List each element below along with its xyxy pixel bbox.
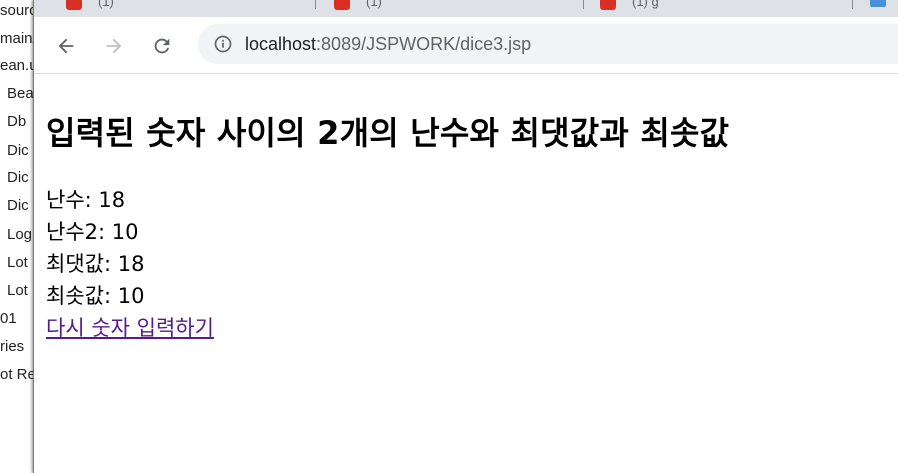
tab-divider: [315, 0, 316, 9]
ide-tree-item[interactable]: sourc: [0, 0, 34, 22]
ide-tree-label: Log: [7, 226, 33, 243]
forward-button[interactable]: [97, 29, 131, 63]
tab-title: (1) g: [632, 0, 659, 9]
reload-button[interactable]: [145, 29, 179, 63]
ide-tree-item[interactable]: Db: [7, 111, 26, 133]
ide-tree-item[interactable]: main/: [0, 28, 34, 50]
favicon-icon: [600, 0, 616, 10]
ide-tree-label: Dic: [7, 197, 29, 214]
ide-tree-label: main/: [0, 30, 34, 47]
ide-tree-item[interactable]: Dic: [7, 140, 29, 162]
ide-tree-item[interactable]: ean.u: [0, 55, 34, 77]
url-host: localhost: [245, 34, 317, 54]
ide-tree-label: Db: [7, 113, 27, 130]
min-value: 최솟값: 10: [46, 284, 145, 308]
bookmark-favicon-icon[interactable]: [870, 0, 886, 7]
ide-tree-item[interactable]: ot Re: [0, 364, 34, 386]
tab-title: (1): [98, 0, 114, 9]
page-content: 입력된 숫자 사이의 2개의 난수와 최댓값과 최솟값 난수: 18 난수2: …: [46, 74, 898, 473]
favicon-icon: [334, 0, 350, 10]
retry-link[interactable]: 다시 숫자 입력하기: [46, 316, 214, 340]
ide-tree-label: ot Re: [0, 366, 34, 383]
reload-icon: [154, 38, 170, 54]
ide-package-explorer: sourc main/ ean.u Bea Db Dic Dic Dic Log…: [0, 0, 34, 473]
random-number-2: 난수2: 10: [46, 220, 139, 244]
retry-link-row: 다시 숫자 입력하기: [46, 312, 214, 344]
browser-tab[interactable]: (1): [66, 0, 114, 10]
ide-tree-item[interactable]: Dic: [7, 167, 29, 189]
back-button[interactable]: [49, 29, 83, 63]
tab-strip: (1) (1) (1) g: [34, 0, 898, 17]
ide-tree-item[interactable]: 01: [0, 308, 17, 330]
favicon-icon: [66, 0, 82, 10]
browser-toolbar: localhost:8089/JSPWORK/dice3.jsp: [34, 17, 898, 74]
ide-tree-label: ean.u: [0, 57, 34, 74]
max-value: 최댓값: 18: [46, 252, 145, 276]
page-title: 입력된 숫자 사이의 2개의 난수와 최댓값과 최솟값: [46, 114, 730, 152]
ide-tree-item[interactable]: Log: [7, 224, 32, 246]
random-number-1: 난수: 18: [46, 188, 126, 212]
arrow-right-icon: [106, 38, 122, 54]
ide-tree-label: Dic: [7, 142, 29, 159]
ide-tree-label: Lot: [7, 254, 28, 271]
url-text: localhost:8089/JSPWORK/dice3.jsp: [245, 24, 531, 64]
ide-tree-item[interactable]: Bea: [7, 83, 34, 105]
url-path: :8089/JSPWORK/dice3.jsp: [316, 34, 532, 54]
ide-tree-label: 01: [0, 310, 17, 327]
browser-tab[interactable]: (1) g: [600, 0, 659, 10]
ide-tree-item[interactable]: ries: [0, 336, 24, 358]
info-icon[interactable]: [213, 34, 233, 54]
arrow-left-icon: [58, 38, 74, 54]
ide-tree-label: Bea: [7, 85, 34, 102]
tab-title: (1): [366, 0, 382, 9]
tab-divider: [583, 0, 584, 9]
ide-tree-label: Lot: [7, 282, 28, 299]
ide-tree-item[interactable]: Lot: [7, 252, 28, 274]
ide-tree-item[interactable]: Dic: [7, 195, 29, 217]
browser-tab[interactable]: (1): [334, 0, 382, 10]
browser-window: (1) (1) (1) g localhost:8089/JSPWORK/dic…: [33, 0, 898, 473]
ide-tree-label: ries: [0, 338, 25, 355]
ide-tree-item[interactable]: Lot: [7, 280, 28, 302]
address-bar[interactable]: localhost:8089/JSPWORK/dice3.jsp: [198, 24, 898, 64]
ide-tree-label: Dic: [7, 169, 29, 186]
tab-divider: [852, 0, 853, 9]
ide-tree-label: sourc: [0, 2, 34, 19]
